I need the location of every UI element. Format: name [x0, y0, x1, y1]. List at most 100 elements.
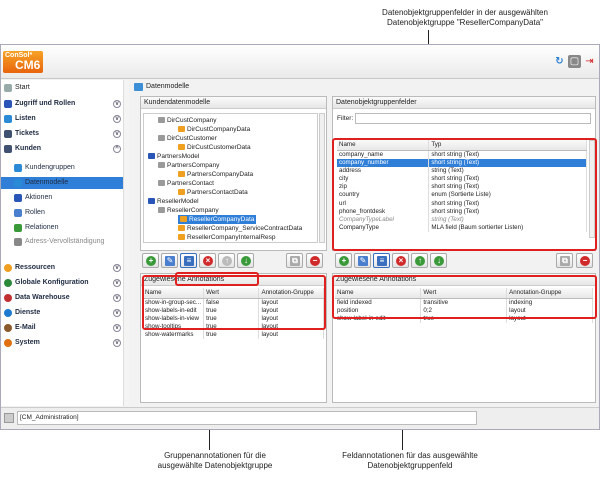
user-field: [CM_Administration]	[17, 411, 477, 425]
chevron-down-icon[interactable]: v	[113, 324, 121, 332]
callout-top: Datenobjektgruppenfelder in der ausgewäh…	[330, 8, 600, 28]
tree-node-icon	[158, 207, 165, 213]
sidebar-bottom-item-3[interactable]: Dienste v	[1, 307, 127, 319]
field-add-button[interactable]: +	[335, 253, 352, 268]
sidebar-subitem-3[interactable]: Rollen	[1, 207, 127, 219]
tree-node[interactable]: PartnersCompany	[158, 161, 219, 170]
delete-button[interactable]: ×	[199, 253, 216, 268]
sidebar-item-label: System	[15, 339, 40, 346]
field-annotations-highlight	[332, 275, 597, 319]
tree-node[interactable]: ResellerCompany_ServiceContractData	[178, 224, 302, 233]
chevron-icon[interactable]: ^	[113, 145, 121, 153]
edit-button[interactable]: ✎	[161, 253, 178, 268]
field-delete-button[interactable]: ×	[392, 253, 409, 268]
sidebar-item-start[interactable]: Start	[1, 82, 127, 94]
copy-button[interactable]: ⧉	[286, 253, 303, 268]
tree-node-icon	[158, 180, 165, 186]
field-edit-button[interactable]: ✎	[354, 253, 371, 268]
chevron-down-icon[interactable]: v	[113, 279, 121, 287]
move-up-button[interactable]: ↑	[218, 253, 235, 268]
add-button[interactable]: +	[142, 253, 159, 268]
sidebar-item-2[interactable]: Tickets v	[1, 128, 127, 140]
sidebar-subitem-label: Aktionen	[25, 194, 53, 201]
window-icon[interactable]: ▢	[568, 55, 581, 68]
chevron-down-icon[interactable]: v	[113, 264, 121, 272]
sidebar-subitem-label: Adress-Vervollständigung	[25, 238, 105, 245]
tree-node[interactable]: ResellerCompany	[158, 206, 219, 215]
sidebar-bottom-item-4[interactable]: E-Mail v	[1, 322, 127, 334]
tree-node-label: ResellerCompany_ServiceContractData	[187, 225, 303, 232]
field-copy-button[interactable]: ⧉	[556, 253, 573, 268]
chevron-down-icon[interactable]: v	[113, 339, 121, 347]
delete-icon: ×	[396, 256, 406, 266]
callout-bottom-right: Feldannotationen für das ausgewählte Dat…	[310, 451, 510, 471]
sidebar-item-3[interactable]: Kunden ^	[1, 143, 127, 155]
tree-node-icon	[158, 117, 165, 123]
tree-node[interactable]: ResellerModel	[148, 197, 199, 206]
field-remove-button[interactable]: −	[576, 253, 593, 268]
sidebar-start-label: Start	[15, 84, 30, 91]
tree-node[interactable]: DirCustCustomer	[158, 134, 217, 143]
sidebar-item-label: Globale Konfiguration	[15, 279, 89, 286]
chevron-icon[interactable]: v	[113, 130, 121, 138]
tree-node-icon	[178, 171, 185, 177]
copy-icon: ⧉	[560, 256, 570, 266]
table-row[interactable]: show-watermarks true layout	[143, 331, 324, 340]
callout-bottom-right-line2: Datenobjektgruppenfeld	[367, 461, 453, 470]
add-icon: +	[146, 256, 156, 266]
sidebar-scrollbar[interactable]	[123, 80, 129, 406]
sidebar-bottom-item-1[interactable]: Globale Konfiguration v	[1, 277, 127, 289]
user-label: [CM_Administration]	[20, 414, 79, 421]
logout-icon[interactable]: ⇥	[583, 55, 596, 68]
home-icon	[4, 84, 12, 92]
delete-icon: ×	[203, 256, 213, 266]
tree-node[interactable]: DirCustCompanyData	[178, 125, 250, 134]
chevron-icon[interactable]: v	[113, 100, 121, 108]
copy-icon: ⧉	[290, 256, 300, 266]
tree-node-icon	[148, 153, 155, 159]
relations-icon	[14, 224, 22, 232]
chevron-down-icon[interactable]: v	[113, 309, 121, 317]
sidebar-subitem-1[interactable]: Datenmodelle	[1, 177, 127, 189]
tree-node[interactable]: ResellerCompanyData	[178, 215, 257, 224]
field-annotations-button[interactable]: ≡	[373, 253, 390, 268]
sidebar-item-label: Dienste	[15, 309, 41, 316]
chevron-down-icon[interactable]: v	[113, 294, 121, 302]
tree-node-icon	[178, 234, 185, 240]
sidebar-subitem-2[interactable]: Aktionen	[1, 192, 127, 204]
arrow-up-icon: ↑	[415, 256, 425, 266]
sidebar-item-0[interactable]: Zugriff und Rollen v	[1, 98, 127, 110]
tree-node-label: PartnersModel	[157, 153, 200, 160]
tree-node[interactable]: DirCustCustomerData	[178, 143, 251, 152]
tree-node[interactable]: ResellerCompanyInternalResp	[178, 233, 276, 242]
tree-node[interactable]: DirCustCompany	[158, 116, 217, 125]
field-move-up-button[interactable]: ↑	[411, 253, 428, 268]
tree-node-icon	[148, 198, 155, 204]
filter-input[interactable]	[355, 113, 591, 124]
sidebar-bottom-item-2[interactable]: Data Warehouse v	[1, 292, 127, 304]
annotations-button[interactable]: ≡	[180, 253, 197, 268]
remove-button[interactable]: −	[306, 253, 323, 268]
chevron-icon[interactable]: v	[113, 115, 121, 123]
tree-node[interactable]: PartnersModel	[148, 152, 199, 161]
tree-node-icon	[158, 135, 165, 141]
tree-scrollbar[interactable]	[319, 113, 325, 243]
sidebar-subitem-5[interactable]: Adress-Vervollständigung	[1, 236, 127, 248]
tree-node[interactable]: PartnersContact	[158, 179, 214, 188]
sidebar-bottom-item-0[interactable]: Ressourcen v	[1, 262, 127, 274]
move-down-button[interactable]: ↓	[237, 253, 254, 268]
sidebar-subitem-4[interactable]: Relationen	[1, 222, 127, 234]
remove-icon: −	[310, 256, 320, 266]
fields-highlight	[332, 138, 597, 251]
person-icon	[4, 145, 12, 153]
refresh-icon[interactable]: ↻	[553, 55, 566, 68]
sidebar-bottom-item-5[interactable]: System v	[1, 337, 127, 349]
tree-node[interactable]: PartnersCompanyData	[178, 170, 253, 179]
tree-node[interactable]: PartnersContactData	[178, 188, 248, 197]
sidebar-subitem-0[interactable]: Kundengruppen	[1, 162, 127, 174]
field-move-down-button[interactable]: ↓	[430, 253, 447, 268]
annotation-cell: show-watermarks	[143, 331, 205, 340]
tree-node-label: ResellerCompanyData	[189, 216, 255, 223]
arrow-down-icon: ↓	[241, 256, 251, 266]
sidebar-item-1[interactable]: Listen v	[1, 113, 127, 125]
